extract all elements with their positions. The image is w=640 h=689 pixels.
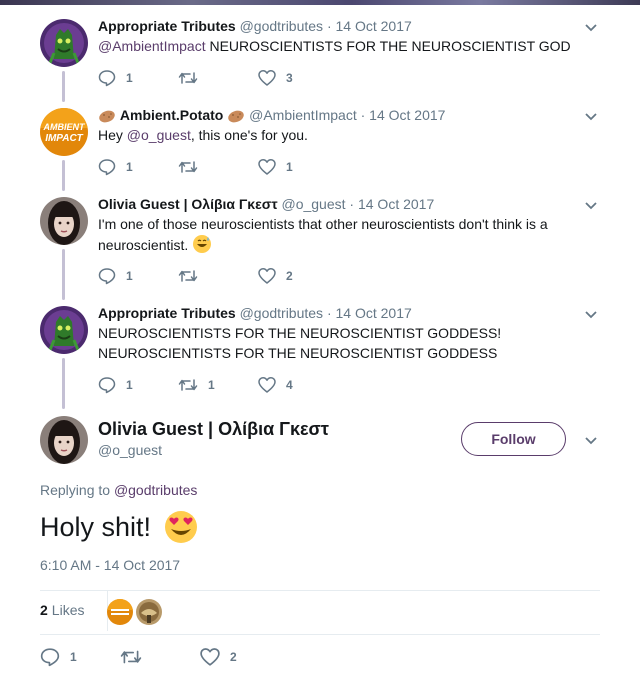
heart-icon bbox=[258, 159, 276, 175]
replying-to: Replying to @godtributes bbox=[40, 482, 198, 498]
header-banner-strip bbox=[0, 0, 640, 5]
chevron-down-icon[interactable] bbox=[584, 20, 598, 34]
tweet-text: I'm one of those neuroscientists that ot… bbox=[98, 216, 548, 253]
thread-connector bbox=[62, 160, 65, 191]
reply-icon bbox=[98, 159, 116, 176]
tweet-date[interactable]: · 14 Oct 2017 bbox=[349, 196, 434, 212]
ambient-impact-logo[interactable]: AMBIENT IMPACT bbox=[40, 108, 88, 156]
retweet-count: 1 bbox=[208, 378, 215, 392]
like-count: 1 bbox=[286, 160, 293, 174]
handle[interactable]: @godtributes bbox=[240, 305, 323, 321]
reply-button[interactable]: 1 bbox=[98, 69, 178, 87]
divider bbox=[40, 634, 600, 635]
handle[interactable]: @godtributes bbox=[240, 18, 323, 34]
like-button[interactable]: 3 bbox=[258, 69, 338, 87]
tweet-date[interactable]: · 14 Oct 2017 bbox=[327, 305, 412, 321]
reply-icon bbox=[98, 377, 116, 394]
retweet-button[interactable] bbox=[120, 647, 200, 667]
likes-label: Likes bbox=[51, 602, 85, 618]
tweet-header: Olivia Guest | Ολίβια Γκεστ @o_guest · 1… bbox=[98, 195, 592, 213]
tweet-text: Hey @o_guest, this one's for you. bbox=[98, 127, 308, 143]
retweet-icon bbox=[178, 379, 198, 391]
likes-summary[interactable]: 2 Likes bbox=[40, 602, 84, 618]
retweet-icon bbox=[120, 650, 142, 664]
retweet-icon bbox=[178, 72, 198, 84]
olivia-portrait-avatar[interactable] bbox=[40, 416, 88, 464]
like-button[interactable]: 1 bbox=[258, 158, 338, 176]
tweet-text: @AmbientImpact NEUROSCIENTISTS FOR THE N… bbox=[98, 38, 571, 54]
handle[interactable]: @o_guest bbox=[281, 196, 345, 212]
tweet-header: Appropriate Tributes @godtributes · 14 O… bbox=[98, 17, 592, 35]
liker-avatar[interactable] bbox=[136, 599, 162, 625]
tweet-header: Ambient.Potato @AmbientImpact · 14 Oct 2… bbox=[98, 106, 592, 124]
reply-count: 1 bbox=[126, 269, 133, 283]
tweet-date[interactable]: · 14 Oct 2017 bbox=[361, 107, 446, 123]
green-demon-avatar[interactable] bbox=[40, 306, 88, 354]
reply-count: 1 bbox=[126, 71, 133, 85]
thread-connector bbox=[62, 71, 65, 102]
tweet-timestamp[interactable]: 6:10 AM - 14 Oct 2017 bbox=[40, 557, 180, 573]
thread-connector bbox=[62, 358, 65, 409]
main-display-name[interactable]: Olivia Guest | Ολίβια Γκεστ bbox=[98, 419, 329, 440]
like-count: 4 bbox=[286, 378, 293, 392]
avatar-text-line1: AMBIENT bbox=[43, 122, 86, 132]
display-name[interactable]: Olivia Guest | Ολίβια Γκεστ bbox=[98, 196, 278, 212]
tweet-header: Appropriate Tributes @godtributes · 14 O… bbox=[98, 304, 592, 322]
chevron-down-icon[interactable] bbox=[584, 307, 598, 321]
reply-count: 1 bbox=[70, 650, 77, 664]
mention-link[interactable]: @o_guest bbox=[127, 127, 191, 143]
like-button[interactable]: 4 bbox=[258, 376, 338, 394]
thread-connector bbox=[62, 249, 65, 300]
divider bbox=[40, 590, 600, 591]
like-count: 2 bbox=[286, 269, 293, 283]
reply-icon bbox=[98, 268, 116, 285]
heart-icon bbox=[258, 70, 276, 86]
chevron-down-icon[interactable] bbox=[584, 433, 598, 447]
grinning-sweat-emoji-icon bbox=[193, 235, 212, 253]
follow-button[interactable]: Follow bbox=[461, 422, 566, 456]
green-demon-avatar[interactable] bbox=[40, 19, 88, 67]
retweet-icon bbox=[178, 270, 198, 282]
like-button[interactable]: 2 bbox=[258, 267, 338, 285]
retweet-button[interactable] bbox=[178, 69, 258, 87]
retweet-icon bbox=[178, 161, 198, 173]
display-name[interactable]: Appropriate Tributes bbox=[98, 305, 236, 321]
ambient-impact-logo[interactable] bbox=[107, 599, 133, 625]
tweet-text: NEUROSCIENTISTS FOR THE NEUROSCIENTIST G… bbox=[98, 325, 502, 361]
chevron-down-icon[interactable] bbox=[584, 109, 598, 123]
chevron-down-icon[interactable] bbox=[584, 198, 598, 212]
like-count: 3 bbox=[286, 71, 293, 85]
like-button[interactable]: 2 bbox=[200, 647, 280, 667]
reply-count: 1 bbox=[126, 160, 133, 174]
likes-count: 2 bbox=[40, 602, 48, 618]
main-tweet-text: Holy shit! bbox=[40, 508, 199, 546]
olivia-portrait-avatar[interactable] bbox=[40, 197, 88, 245]
display-name[interactable]: Ambient.Potato bbox=[120, 107, 223, 123]
reply-icon bbox=[40, 648, 60, 667]
mention-link[interactable]: @AmbientImpact bbox=[98, 38, 206, 54]
reply-count: 1 bbox=[126, 378, 133, 392]
replying-to-link[interactable]: @godtributes bbox=[114, 482, 197, 498]
display-name[interactable]: Appropriate Tributes bbox=[98, 18, 236, 34]
retweet-button[interactable]: 1 bbox=[178, 376, 258, 394]
retweet-button[interactable] bbox=[178, 158, 258, 176]
reply-button[interactable]: 1 bbox=[98, 376, 178, 394]
reply-icon bbox=[98, 70, 116, 87]
reply-button[interactable]: 1 bbox=[40, 647, 120, 667]
like-count: 2 bbox=[230, 650, 237, 664]
heart-icon bbox=[258, 377, 276, 393]
heart-icon bbox=[258, 268, 276, 284]
handle[interactable]: @AmbientImpact bbox=[249, 107, 357, 123]
avatar-text-line2: IMPACT bbox=[45, 133, 83, 144]
reply-button[interactable]: 1 bbox=[98, 158, 178, 176]
tweet-date[interactable]: · 14 Oct 2017 bbox=[327, 18, 412, 34]
retweet-button[interactable] bbox=[178, 267, 258, 285]
reply-button[interactable]: 1 bbox=[98, 267, 178, 285]
heart-icon bbox=[200, 648, 220, 666]
main-handle[interactable]: @o_guest bbox=[98, 442, 162, 458]
heart-eyes-emoji-icon bbox=[165, 511, 198, 543]
potato-emoji-icon bbox=[228, 110, 244, 123]
potato-emoji-icon bbox=[99, 110, 115, 123]
